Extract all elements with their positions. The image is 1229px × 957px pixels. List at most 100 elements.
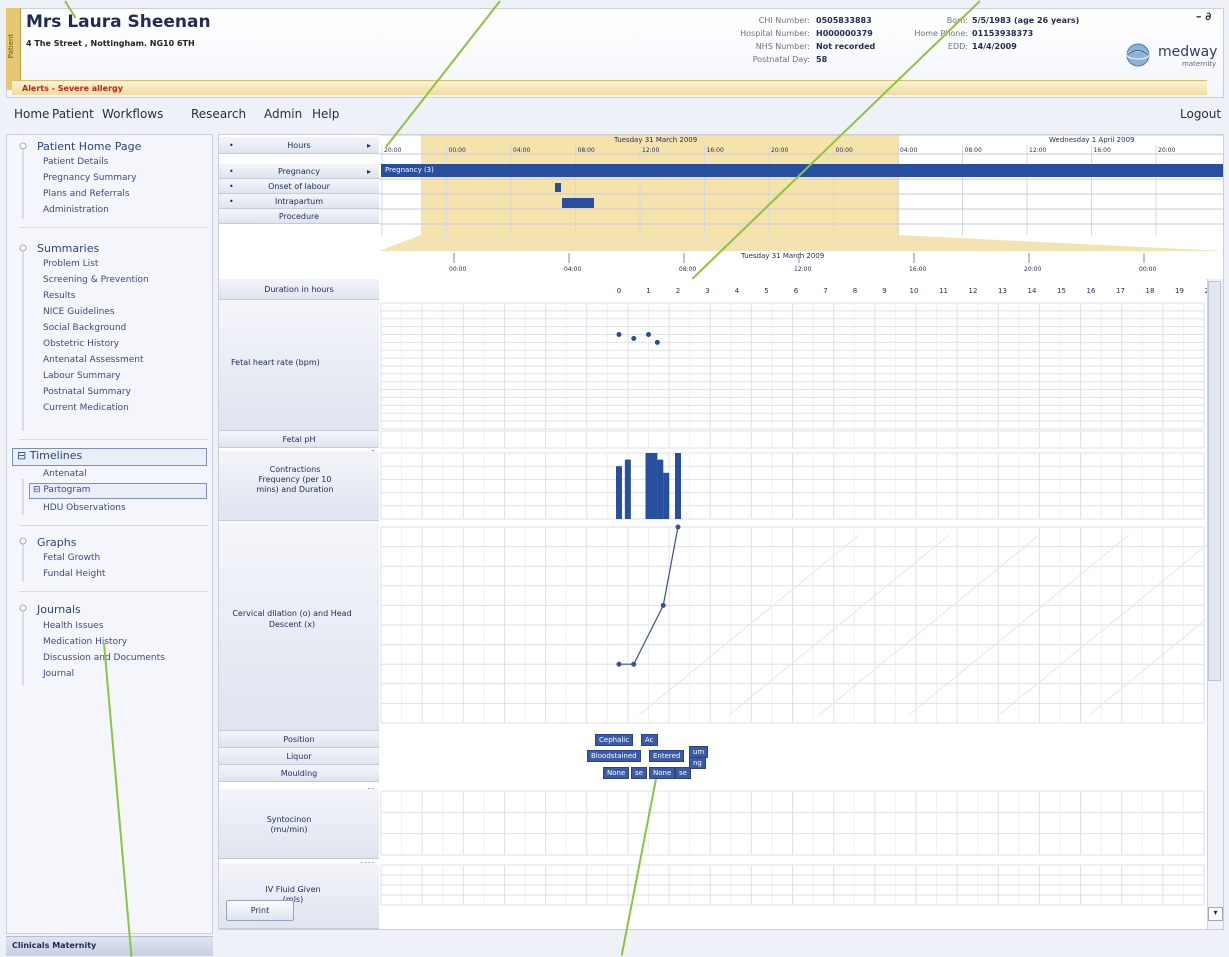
- caret-left-icon[interactable]: •: [229, 179, 234, 194]
- moulding-chip[interactable]: ng: [689, 757, 706, 769]
- nav-antenatal-assessment[interactable]: Antenatal Assessment: [43, 355, 144, 365]
- duration-tick: 13: [998, 287, 1007, 295]
- menu-patient[interactable]: Patient: [52, 107, 94, 121]
- nav-antenatal[interactable]: Antenatal: [43, 469, 87, 479]
- position-chip[interactable]: Cephalic: [595, 734, 634, 746]
- duration-tick: 16: [1087, 287, 1096, 295]
- row-procedure[interactable]: Procedure: [219, 209, 379, 224]
- onset-marker[interactable]: [555, 183, 561, 192]
- print-button[interactable]: Print: [226, 900, 294, 921]
- nav-results[interactable]: Results: [43, 291, 76, 301]
- nav-fundal-height[interactable]: Fundal Height: [43, 569, 105, 579]
- zoom-hour-label: 08:00: [679, 266, 696, 273]
- moulding-chip[interactable]: se: [631, 767, 647, 779]
- hour-tick-label: 00:00: [449, 147, 466, 154]
- caret-right-icon[interactable]: ▸: [367, 137, 371, 154]
- nav-postnatal-summary[interactable]: Postnatal Summary: [43, 387, 131, 397]
- nav-health-issues[interactable]: Health Issues: [43, 621, 103, 631]
- menu-workflows[interactable]: Workflows: [102, 107, 163, 121]
- timeline-highlight: [421, 135, 899, 235]
- duration-tick: 3: [705, 287, 709, 295]
- nav-journals[interactable]: Journals: [37, 603, 81, 616]
- cervix-row-label: Cervical dilation (o) and Head Descent (…: [219, 524, 379, 731]
- fhr-row-label: Fetal heart rate (bpm): [219, 300, 379, 431]
- nav-labour-summary[interactable]: Labour Summary: [43, 371, 121, 381]
- nav-patient-home[interactable]: Patient Home Page: [37, 140, 141, 153]
- caret-left-icon[interactable]: •: [229, 164, 234, 179]
- duration-tick: 18: [1146, 287, 1155, 295]
- contraction-bar: [663, 472, 670, 519]
- menu-research[interactable]: Research: [191, 107, 246, 121]
- menu-admin[interactable]: Admin: [264, 107, 302, 121]
- logo-sub: maternity: [1182, 60, 1217, 68]
- moulding-chip[interactable]: None: [649, 767, 676, 779]
- hour-tick-label: 08:00: [965, 147, 982, 154]
- nav-pregnancy-summary[interactable]: Pregnancy Summary: [43, 173, 137, 183]
- partogram-panel: 20:00 00:00 04:00 08:00 12:00 16:00 20:00 00:00…: [218, 134, 1224, 930]
- cervix-point: [616, 661, 622, 667]
- caret-left-icon[interactable]: •: [229, 137, 234, 154]
- nav-problem-list[interactable]: Problem List: [43, 259, 98, 269]
- patient-side-tab[interactable]: Patient: [6, 8, 21, 90]
- duration-tick: 4: [735, 287, 740, 295]
- row-pregnancy[interactable]: • Pregnancy ▸: [219, 164, 379, 179]
- caret-right-icon[interactable]: ▸: [367, 164, 371, 179]
- row-intrapartum[interactable]: • Intrapartum: [219, 194, 379, 209]
- window-controls[interactable]: – ∂: [1196, 10, 1211, 23]
- row-hours-label: Hours: [287, 141, 311, 150]
- status-text: Clinicals Maternity: [12, 941, 97, 950]
- duration-tick: 11: [939, 287, 948, 295]
- syntocinon-label-text: Syntocinon (mu/min): [266, 815, 312, 834]
- duration-tick: 19: [1175, 287, 1184, 295]
- zoom-hour-label: 00:00: [1139, 266, 1156, 273]
- nav-fetal-growth[interactable]: Fetal Growth: [43, 553, 100, 563]
- duration-tick: 17: [1116, 287, 1125, 295]
- liquor-chip[interactable]: Bloodstained: [587, 750, 641, 762]
- nav-nice-guidelines[interactable]: NICE Guidelines: [43, 307, 115, 317]
- nav-screening[interactable]: Screening & Prevention: [43, 275, 149, 285]
- liquor-chip[interactable]: Entered: [649, 750, 685, 762]
- nav-obstetric-history[interactable]: Obstetric History: [43, 339, 119, 349]
- contraction-bar: [675, 453, 681, 519]
- nav-current-medication[interactable]: Current Medication: [43, 403, 129, 413]
- nav-summaries[interactable]: Summaries: [37, 242, 99, 255]
- scrollbar-thumb[interactable]: [1208, 281, 1221, 681]
- nav-journal[interactable]: Journal: [43, 669, 74, 679]
- hour-tick-label: 08:00: [578, 147, 595, 154]
- caret-left-icon[interactable]: •: [229, 194, 234, 209]
- edd-label: EDD:: [947, 42, 968, 51]
- nav-graphs[interactable]: Graphs: [37, 536, 76, 549]
- moulding-chip[interactable]: None: [603, 767, 630, 779]
- alerts-bar[interactable]: Alerts - Severe allergy: [12, 80, 1207, 95]
- menu-help[interactable]: Help: [312, 107, 339, 121]
- row-procedure-label: Procedure: [278, 212, 320, 221]
- row-onset[interactable]: • Onset of labour: [219, 179, 379, 194]
- nav-timelines[interactable]: ⊟ Timelines: [17, 449, 82, 462]
- cervix-point: [660, 602, 666, 608]
- nav-medication-history[interactable]: Medication History: [43, 637, 127, 647]
- contraction-bar: [616, 466, 622, 519]
- duration-tick: 0: [617, 287, 621, 295]
- duration-tick: 14: [1028, 287, 1037, 295]
- nav-administration[interactable]: Administration: [43, 205, 109, 215]
- logout-link[interactable]: Logout: [1180, 107, 1221, 121]
- nav-plans-referrals[interactable]: Plans and Referrals: [43, 189, 130, 199]
- fhr-point: [654, 339, 660, 345]
- fhr-point: [616, 332, 622, 337]
- row-hours[interactable]: • Hours ▸: [219, 137, 379, 154]
- fhr-point: [646, 332, 651, 337]
- zoom-hour-label: 16:00: [909, 266, 926, 273]
- position-chip[interactable]: Ac: [641, 734, 658, 746]
- scroll-down-icon[interactable]: ▾: [1208, 907, 1223, 921]
- nav-hdu-observations[interactable]: HDU Observations: [43, 503, 126, 513]
- nav-partogram[interactable]: ⊟ Partogram: [33, 485, 90, 495]
- row-onset-label: Onset of labour: [268, 182, 330, 191]
- duration-tick: 7: [823, 287, 827, 295]
- fhr-label-text: Fetal heart rate (bpm): [231, 358, 320, 367]
- nav-divider: [19, 439, 209, 440]
- zoom-hour-label: 20:00: [1024, 266, 1041, 273]
- nav-social-background[interactable]: Social Background: [43, 323, 126, 333]
- nav-patient-details[interactable]: Patient Details: [43, 157, 108, 167]
- intrapartum-marker[interactable]: [562, 198, 594, 208]
- menu-home[interactable]: Home: [14, 107, 49, 121]
